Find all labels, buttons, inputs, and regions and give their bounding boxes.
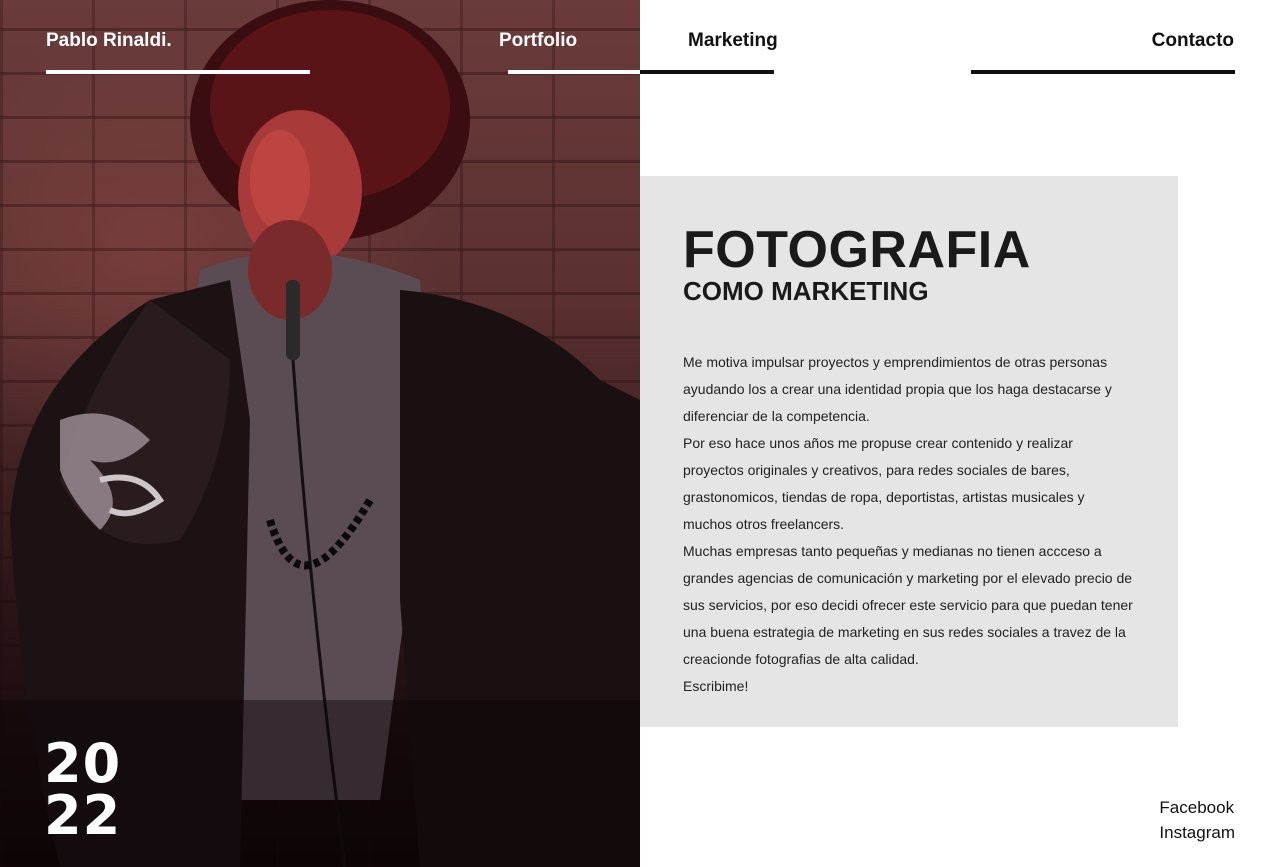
- paragraph: Me motiva impulsar proyectos y emprendim…: [683, 354, 1112, 424]
- description: Me motiva impulsar proyectos y emprendim…: [683, 349, 1133, 700]
- page-title: FOTOGRAFIA: [683, 221, 1031, 279]
- brand-underline: [46, 70, 310, 74]
- social-links: Facebook Instagram: [1159, 795, 1235, 845]
- nav-marketing[interactable]: Marketing: [688, 30, 778, 52]
- content-card: FOTOGRAFIA COMO MARKETING Me motiva impu…: [640, 176, 1178, 727]
- paragraph: Muchas empresas tanto pequeñas y mediana…: [683, 543, 1133, 667]
- year-label: 20 22: [44, 732, 122, 847]
- facebook-link[interactable]: Facebook: [1159, 795, 1235, 820]
- contacto-underline: [971, 70, 1235, 74]
- instagram-link[interactable]: Instagram: [1159, 820, 1235, 845]
- portfolio-underline: [508, 70, 640, 74]
- paragraph: Escribime!: [683, 678, 749, 694]
- nav-contacto[interactable]: Contacto: [1152, 30, 1234, 52]
- page-subtitle: COMO MARKETING: [683, 276, 929, 306]
- year-top: 20: [44, 732, 122, 795]
- brand-name[interactable]: Pablo Rinaldi.: [46, 30, 172, 52]
- paragraph: Por eso hace unos años me propuse crear …: [683, 435, 1085, 532]
- year-bottom: 22: [44, 784, 122, 847]
- marketing-underline: [640, 70, 774, 74]
- nav-portfolio[interactable]: Portfolio: [499, 30, 577, 52]
- hero-photo: 20 22: [0, 0, 640, 867]
